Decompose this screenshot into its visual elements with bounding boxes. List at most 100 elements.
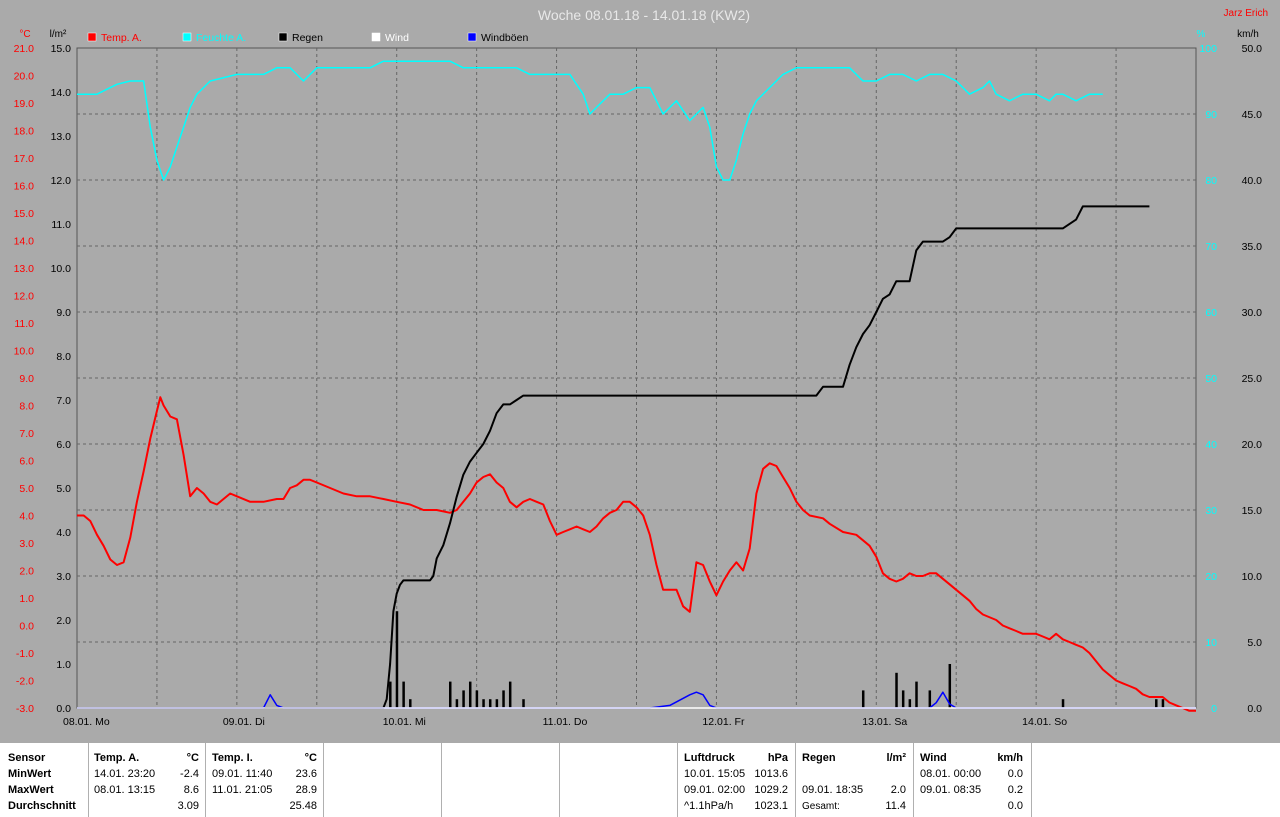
temp-unit-label: °C (19, 29, 30, 40)
wind-tick-label: 35.0 (1242, 241, 1263, 253)
rain-bar (389, 681, 392, 708)
temp-tick-label: 12.0 (14, 291, 35, 303)
maxwert-label: MaxWert (8, 784, 54, 796)
humidity-tick-label: 50 (1205, 373, 1217, 385)
day-label: 10.01. Mi (383, 716, 426, 728)
wind-max-time: 09.01. 08:35 (920, 784, 982, 796)
rain-tick-label: 9.0 (56, 307, 71, 319)
wind-header: Wind (920, 752, 947, 764)
temp-tick-label: 4.0 (19, 511, 34, 523)
temp-tick-label: -3.0 (16, 703, 34, 715)
humidity-tick-label: 100 (1199, 43, 1217, 55)
humidity-tick-label: 0 (1211, 703, 1217, 715)
wind-tick-label: 40.0 (1242, 175, 1263, 187)
rain-bar (409, 699, 412, 708)
temp-i-header: Temp. I. (212, 752, 253, 764)
temp-tick-label: 9.0 (19, 373, 34, 385)
stats-empty-column-3 (560, 743, 678, 817)
temp-i-avg-value: 25.48 (289, 800, 317, 812)
rain-bar (402, 681, 405, 708)
temp-tick-label: 17.0 (14, 153, 35, 165)
humidity-tick-label: 10 (1205, 637, 1217, 649)
stats-regen-column: Regen l/m² 09.01. 18:35 2.0 Gesamt: 11.4 (796, 743, 914, 817)
wind-tick-label: 15.0 (1242, 505, 1263, 517)
stats-temp-a-column: Temp. A. °C 14.01. 23:20 -2.4 08.01. 13:15… (89, 743, 206, 817)
regen-total-label: Gesamt: (802, 801, 840, 812)
rain-bar (482, 699, 485, 708)
rain-tick-label: 5.0 (56, 483, 71, 495)
rain-bar (522, 699, 525, 708)
rain-tick-label: 4.0 (56, 527, 71, 539)
temp-tick-label: 10.0 (14, 346, 35, 358)
stats-empty-column-2 (442, 743, 560, 817)
legend-swatch (182, 32, 192, 42)
temp-tick-label: 14.0 (14, 236, 35, 248)
rain-tick-label: 7.0 (56, 395, 71, 407)
rain-tick-label: 1.0 (56, 659, 71, 671)
rain-bar (395, 611, 399, 708)
temp-tick-label: 11.0 (14, 318, 34, 330)
humidity-tick-label: 60 (1205, 307, 1217, 319)
rain-tick-label: 0.0 (56, 703, 71, 715)
stats-luftdruck-column: Luftdruck hPa 10.01. 15:05 1013.6 09.01. 0… (678, 743, 796, 817)
temp-a-avg-value: 3.09 (177, 800, 199, 812)
wind-tick-label: 45.0 (1242, 109, 1263, 121)
temp-tick-label: 6.0 (19, 456, 34, 468)
temp-tick-label: 0.0 (19, 621, 34, 633)
temp-tick-label: -1.0 (16, 648, 34, 660)
legend-swatch (87, 32, 97, 42)
stats-sensor-column: Sensor MinWert MaxWert Durchschnitt (0, 743, 89, 817)
chart-title: Woche 08.01.18 - 14.01.18 (KW2) (538, 7, 750, 23)
humidity-tick-label: 70 (1205, 241, 1217, 253)
temp-a-min-value: -2.4 (180, 768, 199, 780)
humidity-unit-label: % (1197, 29, 1206, 40)
legend-swatch (467, 32, 477, 42)
rain-tick-label: 15.0 (51, 43, 72, 55)
humidity-tick-label: 40 (1205, 439, 1217, 451)
temp-tick-label: 15.0 (14, 208, 35, 220)
rain-tick-label: 6.0 (56, 439, 71, 451)
humidity-tick-label: 80 (1205, 175, 1217, 187)
wind-unit: km/h (997, 752, 1023, 764)
rain-bar (468, 681, 472, 708)
luftdruck-avg-value: 1023.1 (754, 800, 788, 812)
temp-a-header: Temp. A. (94, 752, 140, 764)
temp-i-unit: °C (304, 752, 317, 764)
temp-tick-label: 1.0 (19, 593, 34, 605)
rain-bar (462, 690, 465, 708)
luftdruck-min-value: 1013.6 (754, 768, 788, 780)
legend-swatch (278, 32, 288, 42)
rain-bar (455, 699, 459, 708)
rain-bar (508, 681, 512, 708)
durchschnitt-label: Durchschnitt (8, 800, 76, 812)
luftdruck-max-time: 09.01. 02:00 (684, 784, 746, 796)
luftdruck-unit: hPa (767, 752, 788, 764)
temp-tick-label: 18.0 (14, 126, 35, 138)
luftdruck-header: Luftdruck (684, 752, 735, 764)
regen-header: Regen (802, 752, 836, 764)
rain-tick-label: 12.0 (51, 175, 72, 187)
day-label: 11.01. Do (543, 716, 588, 728)
temp-i-max-time: 11.01. 21:05 (212, 784, 273, 796)
wind-unit-label: km/h (1237, 29, 1259, 40)
wind-tick-label: 20.0 (1242, 439, 1263, 451)
temp-a-unit: °C (186, 752, 199, 764)
temp-a-max-time: 08.01. 13:15 (94, 784, 156, 796)
rain-bar (1061, 699, 1065, 708)
rain-bar (449, 681, 452, 708)
temp-tick-label: 13.0 (14, 263, 35, 275)
legend-label: Windböen (481, 32, 528, 44)
wind-avg-value: 0.0 (1007, 800, 1023, 812)
rain-bar (908, 699, 912, 708)
rain-bar (1161, 699, 1165, 708)
rain-bar (495, 699, 499, 708)
legend-label: Temp. A. (101, 32, 142, 44)
rain-tick-label: 3.0 (56, 571, 71, 583)
legend-label: Feuchte A. (196, 32, 246, 44)
regen-total-value: 11.4 (885, 800, 906, 812)
rain-unit-label: l/m² (50, 29, 67, 40)
wind-tick-label: 50.0 (1242, 43, 1263, 55)
rain-bar (488, 699, 492, 708)
regen-max-time: 09.01. 18:35 (802, 784, 864, 796)
temp-i-min-time: 09.01. 11:40 (212, 768, 273, 780)
